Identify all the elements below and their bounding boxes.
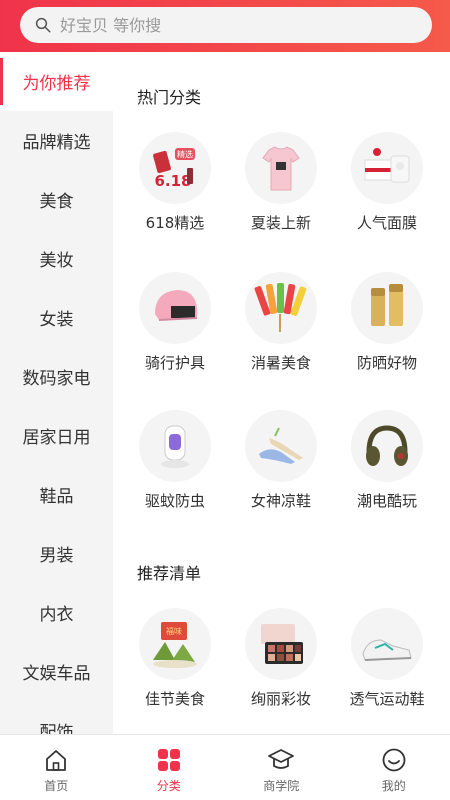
sandals-icon bbox=[245, 410, 317, 482]
ice-pops-icon bbox=[245, 272, 317, 344]
section-title-hot: 热门分类 bbox=[137, 88, 202, 107]
tab-label: 商学院 bbox=[263, 779, 300, 793]
recommend-festival-food[interactable]: 福味 佳节美食 bbox=[125, 608, 225, 709]
category-label: 驱蚊防虫 bbox=[144, 492, 205, 510]
tab-label: 我的 bbox=[381, 779, 406, 793]
category-sandals[interactable]: 女神凉鞋 bbox=[231, 410, 331, 511]
sidebar-item-food[interactable]: 美食 bbox=[0, 170, 113, 229]
sneakers-icon bbox=[351, 608, 423, 680]
graduation-cap-icon bbox=[268, 749, 295, 769]
sidebar-item-entertainment[interactable]: 文娱车品 bbox=[0, 642, 113, 701]
category-mosquito[interactable]: 驱蚊防虫 bbox=[125, 410, 225, 511]
cosmetics-618-icon: 精选 6.18 bbox=[139, 132, 211, 204]
sidebar-item-label: 男装 bbox=[39, 546, 74, 566]
category-summer-wear[interactable]: 夏装上新 bbox=[231, 132, 331, 233]
tshirt-icon bbox=[245, 132, 317, 204]
sidebar-item-label: 配饰 bbox=[39, 723, 74, 734]
sidebar-item-men[interactable]: 男装 bbox=[0, 524, 113, 583]
category-label: 佳节美食 bbox=[144, 690, 205, 708]
sunscreen-icon bbox=[351, 272, 423, 344]
search-bar[interactable] bbox=[20, 7, 432, 43]
category-label: 潮电酷玩 bbox=[356, 492, 417, 510]
sidebar-item-label: 女装 bbox=[39, 310, 74, 330]
category-cycling-gear[interactable]: 骑行护具 bbox=[125, 272, 225, 373]
badge-sub-text: 6.18 bbox=[154, 172, 191, 190]
category-618[interactable]: 精选 6.18 618精选 bbox=[125, 132, 225, 233]
sidebar-item-home[interactable]: 居家日用 bbox=[0, 406, 113, 465]
category-icon bbox=[157, 749, 180, 771]
category-label: 夏装上新 bbox=[250, 214, 311, 232]
sidebar-item-brand[interactable]: 品牌精选 bbox=[0, 111, 113, 170]
face-mask-icon bbox=[351, 132, 423, 204]
sidebar-item-label: 为你推荐 bbox=[22, 74, 91, 94]
sidebar-item-label: 数码家电 bbox=[22, 369, 91, 389]
category-content: 热门分类 精选 6.18 618精选 夏装上新 人气面膜 骑行护具 消暑美食 防… bbox=[113, 52, 450, 734]
search-input[interactable] bbox=[60, 15, 400, 35]
category-gadgets[interactable]: 潮电酷玩 bbox=[337, 410, 437, 511]
category-label: 透气运动鞋 bbox=[349, 690, 425, 708]
section-title-recommend: 推荐清单 bbox=[137, 564, 202, 583]
sidebar-item-women[interactable]: 女装 bbox=[0, 288, 113, 347]
tab-home[interactable]: 首页 bbox=[0, 735, 113, 800]
bottom-tab-bar: 首页 分类 商学院 我的 bbox=[0, 734, 450, 800]
zongzi-icon: 福味 bbox=[139, 608, 211, 680]
category-sidebar: 为你推荐 品牌精选 美食 美妆 女装 数码家电 居家日用 鞋品 男装 内衣 文娱… bbox=[0, 52, 113, 734]
helmet-icon bbox=[139, 272, 211, 344]
sidebar-item-label: 居家日用 bbox=[22, 428, 91, 448]
sidebar-item-accessories[interactable]: 配饰 bbox=[0, 701, 113, 734]
header bbox=[0, 0, 450, 52]
eyeshadow-palette-icon bbox=[245, 608, 317, 680]
category-label: 人气面膜 bbox=[356, 214, 417, 232]
category-label: 消暑美食 bbox=[250, 354, 311, 372]
category-label: 防晒好物 bbox=[356, 354, 417, 372]
sidebar-item-label: 鞋品 bbox=[39, 487, 74, 507]
sidebar-item-digital[interactable]: 数码家电 bbox=[0, 347, 113, 406]
tab-category[interactable]: 分类 bbox=[113, 735, 226, 800]
sidebar-item-label: 内衣 bbox=[39, 605, 74, 625]
recommend-makeup[interactable]: 绚丽彩妆 bbox=[231, 608, 331, 709]
category-label: 618精选 bbox=[145, 214, 205, 232]
recommend-sneakers[interactable]: 透气运动鞋 bbox=[337, 608, 437, 709]
sidebar-item-beauty[interactable]: 美妆 bbox=[0, 229, 113, 288]
sidebar-item-underwear[interactable]: 内衣 bbox=[0, 583, 113, 642]
tab-label: 分类 bbox=[156, 779, 181, 793]
mosquito-lamp-icon bbox=[139, 410, 211, 482]
smiley-icon bbox=[382, 748, 406, 772]
sidebar-item-label: 美妆 bbox=[39, 251, 74, 271]
category-summer-food[interactable]: 消暑美食 bbox=[231, 272, 331, 373]
category-label: 绚丽彩妆 bbox=[250, 690, 311, 708]
sidebar-item-recommend[interactable]: 为你推荐 bbox=[0, 52, 113, 111]
sidebar-item-shoes[interactable]: 鞋品 bbox=[0, 465, 113, 524]
badge-text: 福味 bbox=[166, 626, 182, 636]
category-face-mask[interactable]: 人气面膜 bbox=[337, 132, 437, 233]
category-label: 骑行护具 bbox=[144, 354, 205, 372]
tab-mine[interactable]: 我的 bbox=[338, 735, 450, 800]
category-label: 女神凉鞋 bbox=[250, 492, 311, 510]
search-icon bbox=[35, 17, 51, 33]
category-sunscreen[interactable]: 防晒好物 bbox=[337, 272, 437, 373]
sidebar-item-label: 美食 bbox=[39, 192, 74, 212]
tab-label: 首页 bbox=[44, 779, 69, 793]
home-icon bbox=[46, 750, 67, 771]
sidebar-item-label: 品牌精选 bbox=[22, 133, 91, 153]
headphones-icon bbox=[351, 410, 423, 482]
badge-text: 精选 bbox=[177, 149, 193, 159]
sidebar-item-label: 文娱车品 bbox=[22, 664, 91, 684]
tab-business-school[interactable]: 商学院 bbox=[225, 735, 338, 800]
